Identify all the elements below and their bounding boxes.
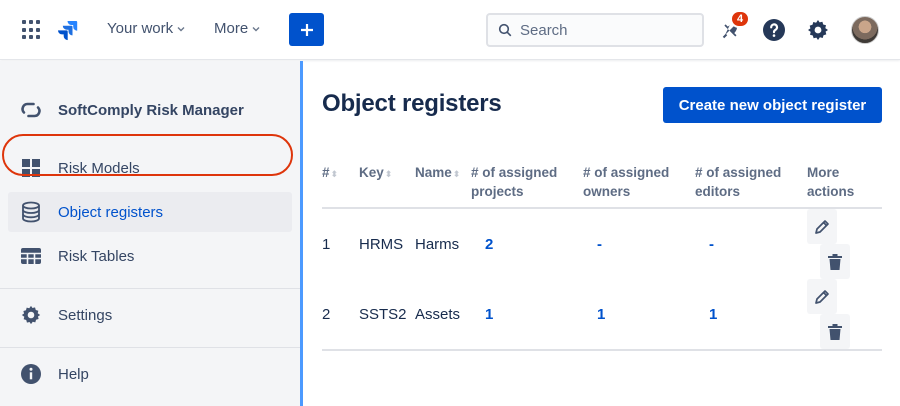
column-header-editors: # of assigned editors: [695, 161, 807, 209]
trash-icon: [828, 323, 842, 340]
cell-editors-link[interactable]: 1: [695, 279, 807, 351]
sidebar-brand[interactable]: SoftComply Risk Manager: [20, 99, 244, 121]
cell-name: Assets: [415, 279, 471, 351]
nav-your-work-label: Your work: [107, 20, 174, 37]
column-header-actions: More actions: [807, 161, 882, 209]
main-content: Object registers Create new object regis…: [303, 61, 900, 406]
column-header-name[interactable]: Name⬍: [415, 161, 471, 209]
object-registers-table: #⬍ Key⬍ Name⬍ # of assigned projects # o…: [322, 161, 882, 351]
cell-owners-link[interactable]: -: [583, 208, 695, 279]
sidebar-item-label: Object registers: [58, 203, 164, 221]
cell-actions: [807, 208, 882, 279]
trash-icon: [828, 253, 842, 270]
search-icon: [498, 23, 512, 37]
column-header-key[interactable]: Key⬍: [359, 161, 415, 209]
grid-icon: [20, 157, 42, 179]
user-avatar[interactable]: [851, 16, 879, 44]
pencil-icon: [815, 289, 829, 304]
sidebar-brand-label: SoftComply Risk Manager: [58, 101, 244, 119]
nav-your-work[interactable]: Your work: [107, 20, 185, 37]
cell-owners-link[interactable]: 1: [583, 279, 695, 351]
app-switcher-icon[interactable]: [22, 20, 42, 40]
sidebar-item-label: Risk Models: [58, 159, 140, 177]
chevron-down-icon: [177, 26, 185, 31]
database-icon: [20, 201, 42, 223]
sidebar-item-settings[interactable]: Settings: [8, 295, 292, 335]
cell-key: SSTS2: [359, 279, 415, 351]
column-header-owners: # of assigned owners: [583, 161, 695, 209]
column-header-index[interactable]: #⬍: [322, 161, 359, 209]
sort-icon: ⬍: [330, 169, 339, 179]
help-icon[interactable]: [762, 18, 786, 42]
search-input[interactable]: [520, 21, 690, 39]
sidebar-divider: [0, 288, 300, 289]
sidebar-item-label: Help: [58, 365, 89, 383]
chevron-down-icon: [252, 26, 260, 31]
cell-editors-link[interactable]: -: [695, 208, 807, 279]
cell-actions: [807, 279, 882, 351]
cell-index: 1: [322, 235, 331, 253]
edit-button[interactable]: [807, 279, 837, 314]
column-header-projects: # of assigned projects: [471, 161, 583, 209]
sidebar-item-help[interactable]: Help: [8, 354, 292, 394]
info-icon: [20, 363, 42, 385]
table-header-row: #⬍ Key⬍ Name⬍ # of assigned projects # o…: [322, 161, 882, 209]
notification-count-badge: 4: [730, 10, 750, 28]
cell-index: 2: [322, 279, 359, 351]
delete-button[interactable]: [820, 314, 850, 349]
delete-button[interactable]: [820, 244, 850, 279]
pencil-icon: [815, 219, 829, 234]
top-navigation-bar: Your work More 4: [0, 0, 900, 60]
plus-icon: [300, 23, 313, 36]
sidebar-item-label: Risk Tables: [58, 247, 135, 265]
sidebar-item-risk-models[interactable]: Risk Models: [8, 148, 292, 188]
cell-projects-link[interactable]: 2: [471, 208, 583, 279]
sidebar-item-object-registers[interactable]: Object registers: [8, 192, 292, 232]
settings-gear-icon[interactable]: [806, 18, 830, 42]
gear-icon: [20, 304, 42, 326]
jira-logo-icon[interactable]: [56, 18, 80, 42]
sidebar-divider: [0, 347, 300, 348]
cell-name: Harms: [415, 235, 460, 253]
sort-icon: ⬍: [384, 169, 393, 179]
softcomply-logo-icon: [21, 102, 41, 118]
create-object-register-button[interactable]: Create new object register: [663, 87, 882, 123]
cell-projects-link[interactable]: 1: [471, 279, 583, 351]
sidebar-item-risk-tables[interactable]: Risk Tables: [8, 236, 292, 276]
sidebar: SoftComply Risk Manager Risk Models Obje…: [0, 61, 300, 406]
sidebar-item-label: Settings: [58, 306, 113, 324]
cell-key: HRMS: [359, 235, 404, 253]
nav-more-label: More: [214, 20, 249, 37]
create-button[interactable]: [289, 13, 324, 46]
sort-icon: ⬍: [452, 169, 461, 179]
table-row: 1 HRMS Harms 2 - -: [322, 208, 882, 279]
edit-button[interactable]: [807, 209, 837, 244]
nav-more[interactable]: More: [214, 20, 260, 37]
table-row: 2 SSTS2 Assets 1 1 1: [322, 279, 882, 351]
table-icon: [20, 245, 42, 267]
search-box[interactable]: [486, 13, 704, 47]
page-title: Object registers: [322, 90, 502, 117]
